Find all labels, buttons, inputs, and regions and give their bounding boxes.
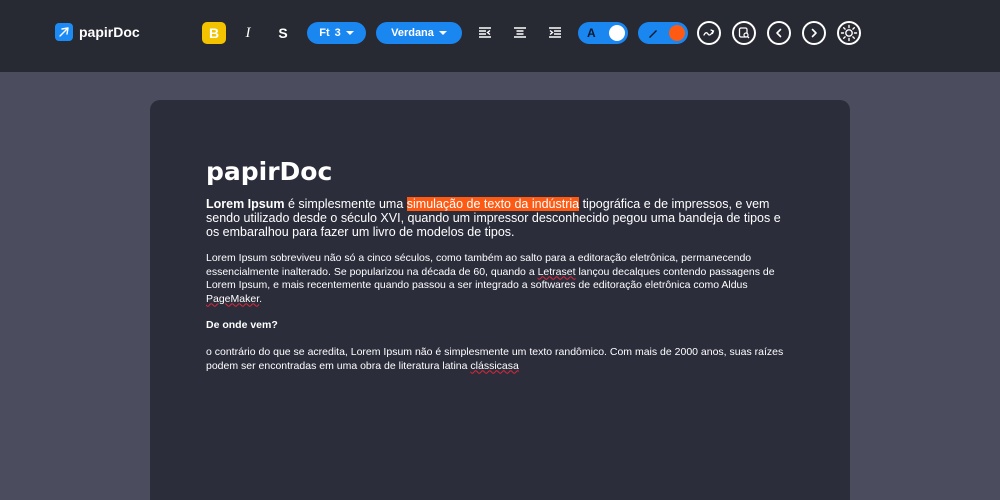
chevron-down-icon — [438, 31, 447, 35]
brand-logo-icon — [55, 23, 73, 41]
para1-text-3: . — [259, 292, 263, 305]
align-left-icon — [479, 27, 491, 38]
highlight-color-swatch — [669, 25, 685, 41]
align-left-button[interactable] — [475, 22, 495, 44]
text-color-toggle[interactable]: A — [578, 22, 628, 44]
search-document-icon — [738, 27, 750, 39]
top-toolbar: papirDoc B I S Ft 3 Verdana A — [0, 0, 1000, 72]
section-heading: De onde vem? — [206, 319, 278, 331]
align-right-icon — [549, 27, 561, 38]
text-color-swatch — [609, 25, 625, 41]
spelling-error-pagemaker: PageMaker — [206, 292, 260, 305]
lead-bold-text: Lorem Ipsum — [206, 197, 285, 211]
font-size-label: Ft — [319, 27, 330, 39]
lead-paragraph: Lorem Ipsum é simplesmente uma simulação… — [206, 197, 791, 239]
chevron-left-icon — [776, 28, 782, 38]
spelling-error-letraset: Letraset — [537, 265, 576, 278]
text-color-label: A — [587, 26, 596, 40]
sun-icon — [837, 21, 861, 45]
align-center-button[interactable] — [510, 22, 530, 44]
font-size-dropdown[interactable]: Ft 3 — [307, 22, 366, 44]
align-center-icon — [514, 27, 526, 38]
font-family-dropdown[interactable]: Verdana — [376, 22, 462, 44]
find-button[interactable] — [732, 21, 756, 45]
chevron-down-icon — [345, 31, 354, 35]
document-title: papirDoc — [206, 157, 333, 186]
strikethrough-button[interactable]: S — [272, 22, 294, 44]
font-family-value: Verdana — [391, 27, 434, 39]
chevron-right-icon — [811, 28, 817, 38]
align-right-button[interactable] — [545, 22, 565, 44]
font-size-value: 3 — [334, 27, 341, 39]
highlight-color-toggle[interactable] — [638, 22, 688, 44]
brand[interactable]: papirDoc — [55, 23, 140, 41]
body-paragraph-2: o contrário do que se acredita, Lorem Ip… — [206, 346, 791, 373]
body-paragraph-1: Lorem Ipsum sobreviveu não só a cinco sé… — [206, 252, 791, 306]
link-button[interactable] — [697, 21, 721, 45]
document-page[interactable]: papirDoc Lorem Ipsum é simplesmente uma … — [150, 100, 850, 500]
bold-button[interactable]: B — [202, 22, 226, 44]
next-button[interactable] — [802, 21, 826, 45]
brand-name: papirDoc — [79, 24, 140, 40]
italic-button[interactable]: I — [238, 22, 258, 44]
previous-button[interactable] — [767, 21, 791, 45]
theme-toggle-button[interactable] — [837, 21, 861, 45]
spelling-error-classicasa: clássicasa — [470, 359, 519, 372]
highlighted-text: simulação de texto da indústria — [406, 197, 580, 211]
pen-icon — [649, 29, 657, 38]
lead-text-before: é simplesmente uma — [284, 197, 407, 211]
link-icon — [703, 29, 715, 36]
